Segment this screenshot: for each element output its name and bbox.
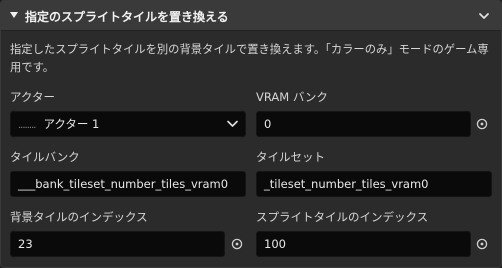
bg-tile-index-label: 背景タイルのインデックス	[10, 210, 148, 224]
tile-bank-input[interactable]: ___bank_tileset_number_tiles_vram0	[10, 171, 246, 197]
variable-toggle-icon[interactable]	[231, 238, 243, 250]
tile-bank-label: タイルバンク	[10, 150, 80, 164]
variable-toggle-icon[interactable]	[476, 118, 488, 130]
event-panel: 指定のスプライトタイルを置き換える 指定したスプライトタイルを別の背景タイルで置…	[0, 0, 502, 268]
panel-title: 指定のスプライトタイルを置き換える	[25, 10, 229, 24]
sprite-tile-index-label: スプライトタイルのインデックス	[256, 210, 429, 224]
panel-header[interactable]: 指定のスプライトタイルを置き換える	[1, 1, 501, 31]
variable-toggle-icon[interactable]	[476, 238, 488, 250]
actor-label: アクター	[10, 90, 55, 104]
tileset-input[interactable]: _tileset_number_tiles_vram0	[256, 171, 492, 197]
actor-value: アクター 1	[43, 117, 100, 131]
description-text: 指定したスプライトタイルを別の背景タイルで置き換えます。「カラーのみ」モードのゲ…	[10, 43, 489, 74]
chevron-down-icon	[227, 120, 238, 127]
collapse-arrow-icon[interactable]	[10, 12, 18, 18]
tileset-label: タイルセット	[256, 150, 325, 164]
sprite-tile-index-input[interactable]: 100	[256, 231, 471, 257]
bg-tile-index-input[interactable]: 23	[10, 231, 225, 257]
actor-select[interactable]: ........ アクター 1	[10, 111, 246, 137]
chevron-down-icon[interactable]	[477, 9, 491, 23]
actor-prefix: ........	[18, 120, 36, 131]
vram-bank-input[interactable]: 0	[256, 111, 471, 137]
vram-bank-label: VRAM バンク	[256, 90, 328, 104]
